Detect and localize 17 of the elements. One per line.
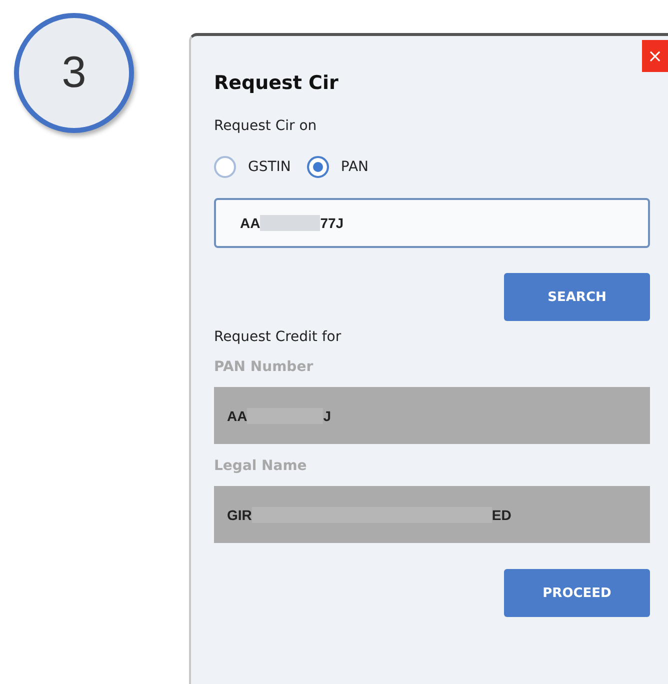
radio-label: PAN xyxy=(340,159,368,175)
search-field[interactable]: AA 77J xyxy=(214,198,650,248)
radio-button[interactable] xyxy=(214,156,236,178)
step-badge: 3 xyxy=(14,13,134,133)
field-label: Legal Name xyxy=(214,458,308,474)
radio-button[interactable] xyxy=(306,156,329,178)
proceed-button[interactable]: PROCEED xyxy=(504,569,650,617)
redaction-bar xyxy=(260,215,320,231)
readonly-field: AA J xyxy=(214,387,650,444)
search-button[interactable]: SEARCH xyxy=(504,273,650,321)
field-label: PAN Number xyxy=(214,359,314,375)
close-button[interactable]: × xyxy=(642,40,668,72)
section-label: Request Credit for xyxy=(214,329,342,345)
dialog-title: Request Cir xyxy=(214,72,340,94)
radio-label: GSTIN xyxy=(248,159,291,175)
readonly-field: GIR ED xyxy=(214,486,650,543)
section-label: Request Cir on xyxy=(214,118,318,134)
